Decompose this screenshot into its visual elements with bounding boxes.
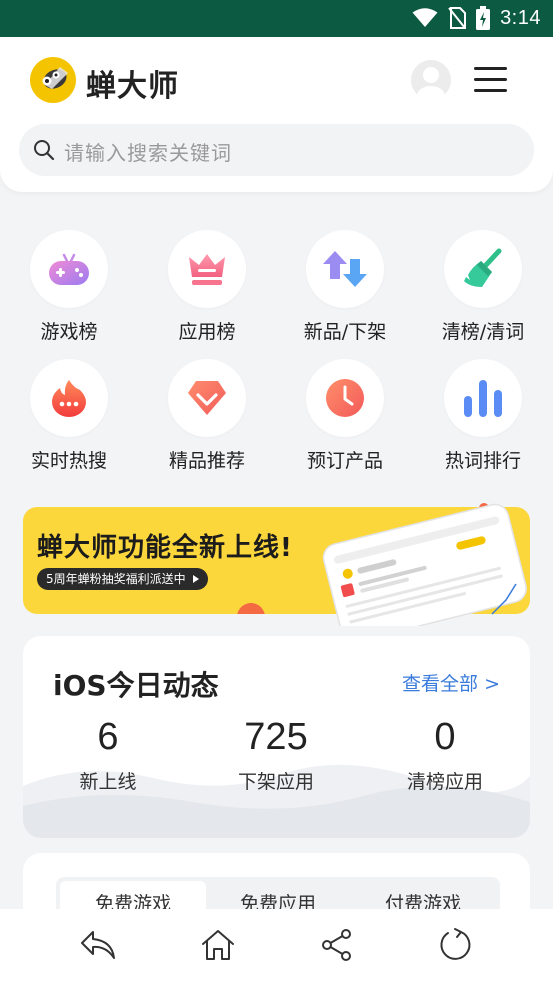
quick-link-clear-rank[interactable]: 清榜/清词	[428, 230, 538, 350]
bar-chart-icon	[464, 380, 502, 417]
view-all-link[interactable]: 查看全部 >	[402, 669, 500, 696]
home-button[interactable]	[196, 923, 240, 967]
app-logo-icon[interactable]	[30, 57, 76, 103]
user-icon	[417, 67, 445, 100]
wifi-icon	[412, 8, 438, 27]
no-sim-icon	[448, 7, 467, 29]
quick-link-label: 实时热搜	[30, 450, 107, 472]
ios-today-title: iOS今日动态	[53, 669, 219, 702]
stat-value: 725	[244, 716, 308, 758]
quick-link-label: 游戏榜	[40, 321, 98, 343]
share-icon	[322, 929, 351, 961]
quick-link-app-rank[interactable]: 应用榜	[152, 230, 262, 350]
share-button[interactable]	[315, 923, 359, 967]
header: 蝉大师 请输入搜索关键词	[0, 37, 553, 192]
quick-link-label: 预订产品	[306, 450, 383, 472]
quick-link-live-search[interactable]: 实时热搜	[14, 359, 124, 479]
quick-link-label: 新品/下架	[303, 321, 387, 343]
stat-label: 新上线	[79, 771, 137, 793]
quick-link-label: 清榜/清词	[441, 321, 525, 343]
clock-icon	[326, 379, 364, 417]
quick-link-game-rank[interactable]: 游戏榜	[14, 230, 124, 350]
stat-value: 6	[97, 716, 119, 758]
refresh-icon	[440, 928, 471, 960]
quick-link-featured[interactable]: 精品推荐	[152, 359, 262, 479]
ios-today-card: iOS今日动态 查看全部 > 6 新上线 725 下架应用 0 清榜应用	[23, 636, 530, 838]
stat-label: 清榜应用	[406, 771, 483, 793]
back-button[interactable]	[76, 923, 120, 967]
broom-icon	[464, 248, 502, 287]
stat-removed-apps[interactable]: 725 下架应用	[191, 716, 361, 794]
search-icon	[34, 140, 55, 161]
quick-link-label: 精品推荐	[168, 450, 245, 472]
brand-name: 蝉大师	[86, 69, 179, 104]
phone-mockup-illustration	[322, 503, 527, 626]
bottom-nav-bar	[0, 909, 553, 983]
battery-charging-icon	[476, 6, 491, 30]
diamond-icon	[188, 381, 226, 415]
quick-link-label: 应用榜	[178, 321, 236, 343]
crown-icon	[189, 254, 225, 285]
refresh-button[interactable]	[433, 923, 477, 967]
search-placeholder: 请输入搜索关键词	[64, 141, 232, 165]
status-time: 3:14	[500, 6, 541, 29]
quick-link-hot-words[interactable]: 热词排行	[428, 359, 538, 479]
home-icon	[202, 930, 234, 960]
back-icon	[81, 931, 115, 959]
quick-link-new-removed[interactable]: 新品/下架	[290, 230, 400, 350]
stat-new-online[interactable]: 6 新上线	[23, 716, 193, 794]
stat-cleared-apps[interactable]: 0 清榜应用	[360, 716, 530, 794]
status-bar: 3:14	[0, 0, 553, 37]
stat-label: 下架应用	[237, 771, 314, 793]
quick-link-preorder[interactable]: 预订产品	[290, 359, 400, 479]
stat-value: 0	[434, 716, 456, 758]
menu-button[interactable]	[474, 65, 508, 95]
gamepad-icon	[49, 253, 89, 285]
up-down-arrows-icon	[323, 251, 367, 287]
user-avatar-button[interactable]	[411, 60, 451, 100]
fire-icon	[52, 380, 86, 417]
search-input[interactable]: 请输入搜索关键词	[19, 124, 534, 176]
quick-link-label: 热词排行	[444, 450, 521, 472]
